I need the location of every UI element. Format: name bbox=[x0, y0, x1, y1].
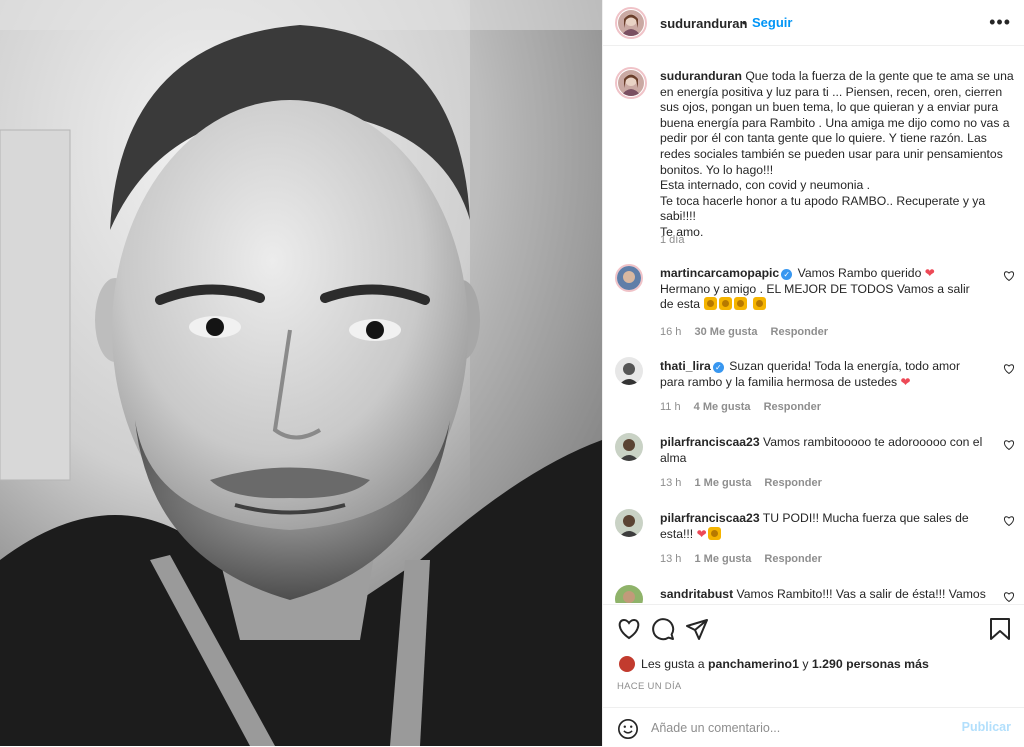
likes-summary: Les gusta a panchamerino1 y 1.290 person… bbox=[619, 656, 929, 672]
post-details-panel: suduranduran • Seguir ••• suduranduran Q… bbox=[602, 0, 1024, 746]
comment-avatar[interactable] bbox=[615, 357, 643, 385]
comments-list[interactable]: suduranduran Que toda la fuerza de la ge… bbox=[603, 47, 1024, 603]
comment-bubble-icon[interactable] bbox=[651, 617, 675, 641]
like-comment-icon[interactable] bbox=[1003, 515, 1015, 527]
red-heart-emoji-icon: ❤ bbox=[696, 526, 707, 541]
reply-button[interactable]: Responder bbox=[764, 401, 821, 413]
liker-avatar[interactable] bbox=[619, 656, 635, 672]
share-paper-plane-icon[interactable] bbox=[685, 617, 709, 641]
hands-emoji-icon bbox=[704, 297, 718, 311]
save-bookmark-icon[interactable] bbox=[989, 617, 1011, 641]
add-comment-bar: Publicar bbox=[603, 707, 1024, 747]
hands-emoji-icon bbox=[707, 526, 721, 540]
hands-emoji-icon bbox=[719, 297, 733, 311]
reply-button[interactable]: Responder bbox=[764, 477, 821, 489]
reply-button[interactable]: Responder bbox=[771, 326, 828, 338]
likes-count[interactable]: 1.290 personas más bbox=[812, 657, 929, 671]
comment-time[interactable]: 13 h bbox=[660, 477, 681, 489]
follow-button[interactable]: Seguir bbox=[752, 15, 792, 30]
caption-text: suduranduran Que toda la fuerza de la ge… bbox=[660, 69, 1016, 241]
comment-time[interactable]: 13 h bbox=[660, 553, 681, 565]
comment-likes[interactable]: 4 Me gusta bbox=[694, 401, 751, 413]
comment-avatar[interactable] bbox=[615, 585, 643, 603]
like-comment-icon[interactable] bbox=[1003, 270, 1015, 282]
comment-likes[interactable]: 1 Me gusta bbox=[694, 477, 751, 489]
post-actions: Les gusta a panchamerino1 y 1.290 person… bbox=[603, 604, 1024, 746]
comment-text: martincarcamopapic ✓ Vamos Rambo querido … bbox=[660, 266, 986, 313]
likes-prefix: Les gusta a bbox=[641, 657, 705, 671]
hands-emoji-icon bbox=[752, 297, 766, 311]
hands-emoji-icon bbox=[734, 297, 748, 311]
like-comment-icon[interactable] bbox=[1003, 363, 1015, 375]
comment-meta: 13 h 1 Me gusta Responder bbox=[660, 477, 832, 489]
selfie-image bbox=[0, 0, 602, 746]
comment-avatar[interactable] bbox=[615, 264, 643, 292]
comment-text: pilarfranciscaa23 TU PODI!! Mucha fuerza… bbox=[660, 511, 986, 542]
red-heart-emoji-icon: ❤ bbox=[900, 374, 911, 389]
post-header: suduranduran • Seguir ••• bbox=[603, 0, 1024, 46]
comment-likes[interactable]: 1 Me gusta bbox=[694, 553, 751, 565]
author-username[interactable]: suduranduran bbox=[660, 16, 747, 31]
post-timestamp[interactable]: HACE UN DÍA bbox=[617, 681, 682, 692]
comment-avatar[interactable] bbox=[615, 509, 643, 537]
author-avatar[interactable] bbox=[615, 7, 647, 39]
publish-button[interactable]: Publicar bbox=[962, 720, 1011, 734]
separator-dot: • bbox=[742, 15, 747, 30]
comment-username[interactable]: thati_lira bbox=[660, 359, 711, 373]
verified-badge-icon: ✓ bbox=[712, 362, 724, 373]
caption-time[interactable]: 1 día bbox=[660, 234, 684, 246]
post-photo[interactable] bbox=[0, 0, 602, 746]
comment-text: thati_lira ✓ Suzan querida! Toda la energ… bbox=[660, 359, 986, 390]
comment-meta: 16 h 30 Me gusta Responder bbox=[660, 326, 838, 338]
more-options-icon[interactable]: ••• bbox=[989, 12, 1011, 32]
instagram-post: suduranduran • Seguir ••• suduranduran Q… bbox=[0, 0, 1024, 746]
like-heart-icon[interactable] bbox=[617, 617, 641, 641]
comment-avatar[interactable] bbox=[615, 433, 643, 461]
likes-mid: y bbox=[802, 657, 809, 671]
like-comment-icon[interactable] bbox=[1003, 439, 1015, 451]
verified-badge-icon: ✓ bbox=[781, 269, 793, 280]
reply-button[interactable]: Responder bbox=[764, 553, 821, 565]
comment-username[interactable]: pilarfranciscaa23 bbox=[660, 435, 760, 449]
comment-body: Vamos Rambo querido bbox=[797, 266, 922, 280]
comment-meta: 11 h 4 Me gusta Responder bbox=[660, 401, 831, 413]
emoji-picker-icon[interactable] bbox=[617, 718, 639, 740]
comment-text: sandritabust Vamos Rambito!!! Vas a sali… bbox=[660, 587, 986, 603]
comment-meta: 13 h 1 Me gusta Responder bbox=[660, 553, 832, 565]
caption-body: Que toda la fuerza de la gente que te am… bbox=[660, 69, 1014, 239]
liker-username[interactable]: panchamerino1 bbox=[708, 657, 799, 671]
caption-author-avatar[interactable] bbox=[615, 67, 647, 99]
red-heart-emoji-icon: ❤ bbox=[924, 266, 935, 280]
comment-input[interactable] bbox=[651, 718, 951, 738]
comment-username[interactable]: pilarfranciscaa23 bbox=[660, 511, 760, 525]
comment-time[interactable]: 16 h bbox=[660, 326, 681, 338]
caption-username[interactable]: suduranduran bbox=[660, 69, 742, 83]
comment-username[interactable]: martincarcamopapic bbox=[660, 266, 779, 280]
comment-username[interactable]: sandritabust bbox=[660, 587, 733, 601]
comment-text: pilarfranciscaa23 Vamos rambitooooo te a… bbox=[660, 435, 986, 466]
comment-likes[interactable]: 30 Me gusta bbox=[694, 326, 757, 338]
like-comment-icon[interactable] bbox=[1003, 591, 1015, 603]
comment-time[interactable]: 11 h bbox=[660, 401, 681, 413]
